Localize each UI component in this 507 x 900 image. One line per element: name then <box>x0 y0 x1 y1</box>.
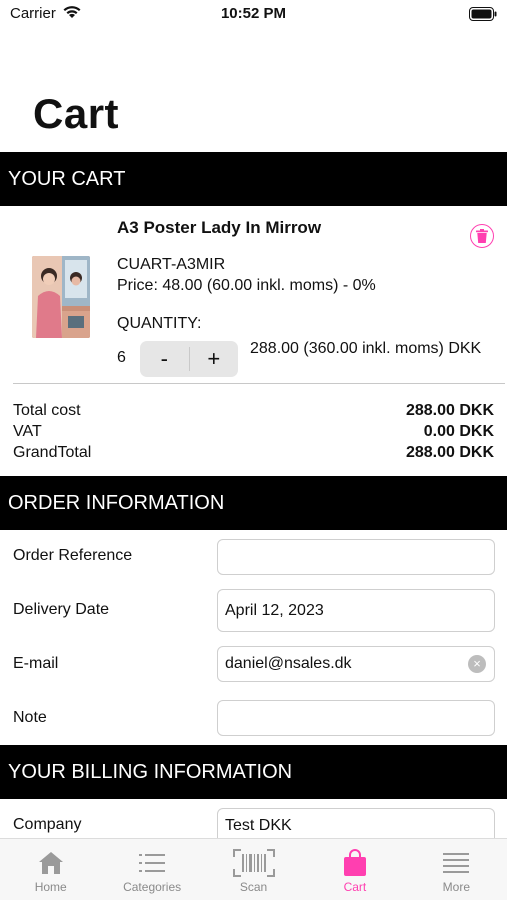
grand-total-label: GrandTotal <box>13 444 92 461</box>
delete-item-button[interactable] <box>470 224 494 248</box>
summary-grand-row: GrandTotal 288.00 DKK <box>13 444 494 462</box>
shopping-bag-icon <box>343 849 367 877</box>
line-total: 288.00 (360.00 inkl. moms) DKK <box>250 340 482 357</box>
tab-cart[interactable]: Cart <box>304 839 405 900</box>
quantity-value: 6 <box>117 349 126 366</box>
product-thumbnail[interactable] <box>32 256 90 338</box>
tab-scan[interactable]: Scan <box>203 839 304 900</box>
status-bar: Carrier 10:52 PM <box>0 0 507 30</box>
barcode-icon <box>232 849 275 877</box>
clock: 10:52 PM <box>220 5 287 22</box>
product-price: Price: 48.00 (60.00 inkl. moms) - 0% <box>117 277 376 294</box>
increment-button[interactable]: + <box>190 341 239 377</box>
divider <box>13 383 505 384</box>
cart-section-header: YOUR CART <box>0 152 507 206</box>
vat-label: VAT <box>13 423 42 440</box>
tab-home-label: Home <box>34 880 67 894</box>
order-section-header: ORDER INFORMATION <box>0 476 507 530</box>
page-title: Cart <box>33 90 120 137</box>
total-cost-value: 288.00 DKK <box>405 402 494 419</box>
company-label: Company <box>13 816 82 833</box>
tab-more-label: More <box>442 880 470 894</box>
battery-icon <box>469 7 497 21</box>
clear-icon[interactable]: × <box>468 655 486 673</box>
email-value: daniel@nsales.dk <box>225 655 352 672</box>
product-sku: CUART-A3MIR <box>117 256 226 273</box>
tab-home[interactable]: Home <box>0 839 101 900</box>
trash-icon <box>476 229 488 243</box>
tab-scan-label: Scan <box>239 880 268 894</box>
delivery-date-label: Delivery Date <box>13 601 110 618</box>
quantity-label: QUANTITY: <box>117 315 202 332</box>
summary-total-row: Total cost 288.00 DKK <box>13 402 494 420</box>
email-label: E-mail <box>13 655 59 672</box>
total-cost-label: Total cost <box>13 402 81 419</box>
decrement-button[interactable]: - <box>140 341 189 377</box>
tab-bar: Home Categories Scan Cart More <box>0 838 507 900</box>
product-name: A3 Poster Lady In Mirrow <box>117 218 322 237</box>
vat-value: 0.00 DKK <box>423 423 494 440</box>
home-icon <box>38 849 64 877</box>
tab-categories-label: Categories <box>123 880 182 894</box>
list-icon <box>139 849 166 877</box>
note-input[interactable] <box>217 700 495 736</box>
delivery-date-field[interactable]: April 12, 2023 <box>217 589 495 632</box>
menu-icon <box>443 849 470 877</box>
tab-cart-label: Cart <box>343 880 367 894</box>
tab-more[interactable]: More <box>406 839 507 900</box>
note-label: Note <box>13 709 47 726</box>
tab-categories[interactable]: Categories <box>101 839 202 900</box>
grand-total-value: 288.00 DKK <box>405 444 494 461</box>
order-reference-input[interactable] <box>217 539 495 575</box>
billing-section-header: YOUR BILLING INFORMATION <box>0 745 507 799</box>
quantity-stepper[interactable]: - + <box>140 341 238 377</box>
summary-vat-row: VAT 0.00 DKK <box>13 423 494 441</box>
order-reference-label: Order Reference <box>13 547 133 564</box>
email-field[interactable]: daniel@nsales.dk × <box>217 646 495 682</box>
